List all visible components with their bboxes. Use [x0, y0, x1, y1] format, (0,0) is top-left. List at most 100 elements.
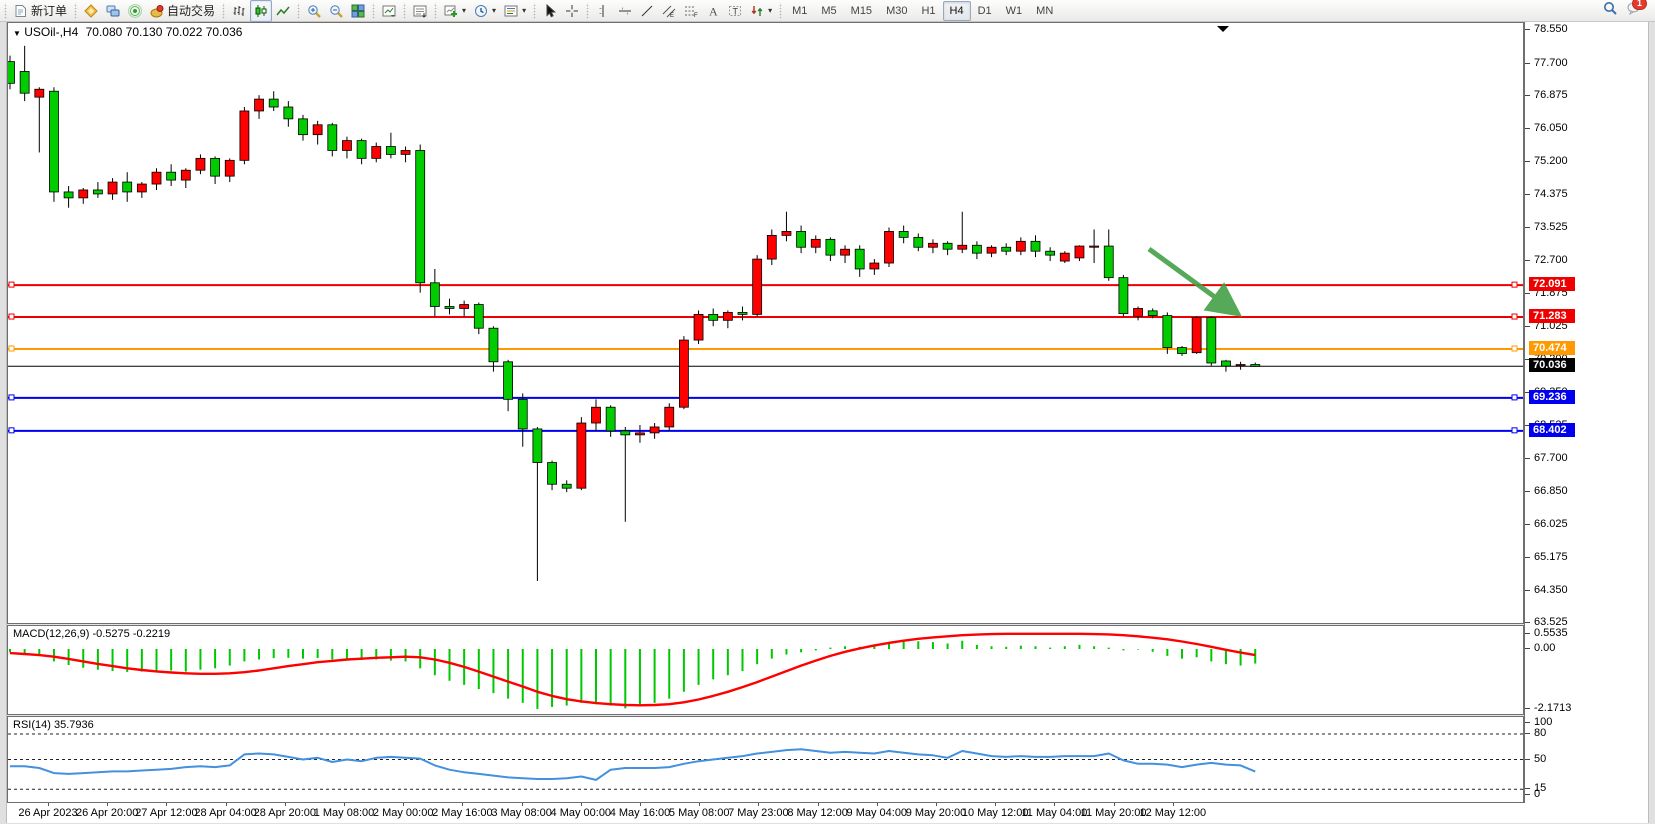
- terminal-button[interactable]: [102, 0, 124, 22]
- template-button[interactable]: ▾: [500, 0, 530, 22]
- monitors-icon: [106, 4, 120, 18]
- macd-chart[interactable]: [8, 626, 1523, 714]
- add-indicator-button[interactable]: ▾: [440, 0, 470, 22]
- candlestick-chart[interactable]: [8, 23, 1523, 623]
- trendline-button[interactable]: [636, 0, 658, 22]
- periods-button[interactable]: ▾: [470, 0, 500, 22]
- search-button[interactable]: [1603, 1, 1617, 20]
- autotrade-button[interactable]: 自动交易: [146, 0, 219, 22]
- time-tick: [1054, 803, 1055, 806]
- timeframe-h4-button[interactable]: H4: [943, 1, 971, 21]
- vertical-line-button[interactable]: [592, 0, 614, 22]
- price-tick-label: 73.525: [1534, 220, 1568, 234]
- timeframe-m1-button[interactable]: M1: [785, 1, 814, 21]
- cursor-button[interactable]: [539, 0, 561, 22]
- channel-button[interactable]: E: [658, 0, 680, 22]
- timeframe-mn-button[interactable]: MN: [1029, 1, 1060, 21]
- zoom-out-button[interactable]: [325, 0, 347, 22]
- new-order-button[interactable]: 新订单: [10, 0, 71, 22]
- new-order-button-label: 新订单: [31, 2, 67, 19]
- bar-chart-button[interactable]: [228, 0, 250, 22]
- toolbar-grip[interactable]: [532, 3, 537, 19]
- line-chart-button[interactable]: [272, 0, 294, 22]
- indicator-window-button[interactable]: [378, 0, 400, 22]
- time-tick: [877, 803, 878, 806]
- notifications-button[interactable]: 1: [1627, 1, 1641, 20]
- price-tick-label-tick: [1525, 260, 1530, 261]
- chevron-down-icon: ▾: [462, 6, 466, 15]
- signals-button[interactable]: [124, 0, 146, 22]
- toolbar-grip[interactable]: [221, 3, 226, 19]
- toolbar-grip[interactable]: [402, 3, 407, 19]
- add-ind-icon: [444, 4, 458, 18]
- timeframe-w1-button[interactable]: W1: [999, 1, 1030, 21]
- macd-tick-label-tick: [1525, 708, 1530, 709]
- macd-tick-label: -2.1713: [1534, 701, 1571, 715]
- chart-symbol-label: USOil-,H4: [24, 25, 78, 39]
- hline-icon: [618, 4, 632, 18]
- time-tick: [1114, 803, 1115, 806]
- price-tick-label: 66.850: [1534, 484, 1568, 498]
- toolbar-grip[interactable]: [585, 3, 590, 19]
- ind-list-icon: [413, 4, 427, 18]
- svg-text:F: F: [694, 13, 698, 18]
- rsi-chart[interactable]: [8, 717, 1523, 802]
- price-tick-label: 76.875: [1534, 88, 1568, 102]
- indicator-list-button[interactable]: [409, 0, 431, 22]
- toolbar-grip[interactable]: [433, 3, 438, 19]
- time-axis[interactable]: 26 Apr 202326 Apr 20:0027 Apr 12:0028 Ap…: [7, 803, 1524, 823]
- mt4-window: 新订单自动交易▾▾▾EFAT▾M1M5M15M30H1H4D1W1MN1 ▼ U…: [0, 0, 1655, 824]
- price-tick-label-tick: [1525, 194, 1530, 195]
- price-line-badge: 70.036: [1529, 358, 1575, 372]
- market-watch-button[interactable]: [80, 0, 102, 22]
- time-tick: [285, 803, 286, 806]
- macd-panel[interactable]: MACD(12,26,9) -0.5275 -0.2219: [7, 625, 1524, 715]
- chart-collapse-icon[interactable]: ▼: [13, 29, 21, 38]
- rsi-panel[interactable]: RSI(14) 35.7936: [7, 716, 1524, 803]
- timeframe-m30-button[interactable]: M30: [879, 1, 914, 21]
- toolbar-grip[interactable]: [778, 3, 783, 19]
- price-tick-label-tick: [1525, 590, 1530, 591]
- toolbar-grip[interactable]: [73, 3, 78, 19]
- timeframe-m5-button[interactable]: M5: [814, 1, 843, 21]
- zoom-in-button[interactable]: [303, 0, 325, 22]
- new-order-icon: [14, 4, 28, 18]
- crosshair-button[interactable]: [561, 0, 583, 22]
- main-chart-panel[interactable]: ▼ USOil-,H4 70.080 70.130 70.022 70.036: [7, 22, 1524, 624]
- rsi-tick-label-tick: [1525, 722, 1530, 723]
- time-tick: [818, 803, 819, 806]
- rsi-tick-label-tick: [1525, 794, 1530, 795]
- arrows-button[interactable]: ▾: [746, 0, 776, 22]
- price-tick-label: 77.700: [1534, 56, 1568, 70]
- price-tick-label-tick: [1525, 293, 1530, 294]
- text-button[interactable]: A: [702, 0, 724, 22]
- tile-windows-button[interactable]: [347, 0, 369, 22]
- price-axis[interactable]: 78.55077.70076.87576.05075.20074.37573.5…: [1524, 22, 1648, 803]
- template-icon: [504, 4, 518, 18]
- toolbar-grip[interactable]: [371, 3, 376, 19]
- timeframe-d1-button[interactable]: D1: [971, 1, 999, 21]
- timeframe-m15-button[interactable]: M15: [844, 1, 879, 21]
- price-tick-label: 66.025: [1534, 517, 1568, 531]
- timeframe-h1-button[interactable]: H1: [914, 1, 942, 21]
- tline-icon: [640, 4, 654, 18]
- price-tick-label: 64.350: [1534, 583, 1568, 597]
- price-tick-label-tick: [1525, 557, 1530, 558]
- search-icon: [1603, 1, 1617, 15]
- fibonacci-button[interactable]: F: [680, 0, 702, 22]
- price-tick-label: 75.200: [1534, 154, 1568, 168]
- time-tick: [640, 803, 641, 806]
- time-tick: [462, 803, 463, 806]
- zoom-in-icon: [307, 4, 321, 18]
- ind-window-icon: [382, 4, 396, 18]
- time-tick: [936, 803, 937, 806]
- chart-line-icon: [276, 4, 290, 18]
- toolbar-grip[interactable]: [296, 3, 301, 19]
- time-tick: [1173, 803, 1174, 806]
- candlestick-chart-button[interactable]: [250, 0, 272, 22]
- chart-title: ▼ USOil-,H4 70.080 70.130 70.022 70.036: [13, 25, 242, 39]
- horizontal-line-button[interactable]: [614, 0, 636, 22]
- text-a-icon: A: [706, 4, 720, 18]
- text-label-button[interactable]: T: [724, 0, 746, 22]
- toolbar-grip[interactable]: [3, 3, 8, 19]
